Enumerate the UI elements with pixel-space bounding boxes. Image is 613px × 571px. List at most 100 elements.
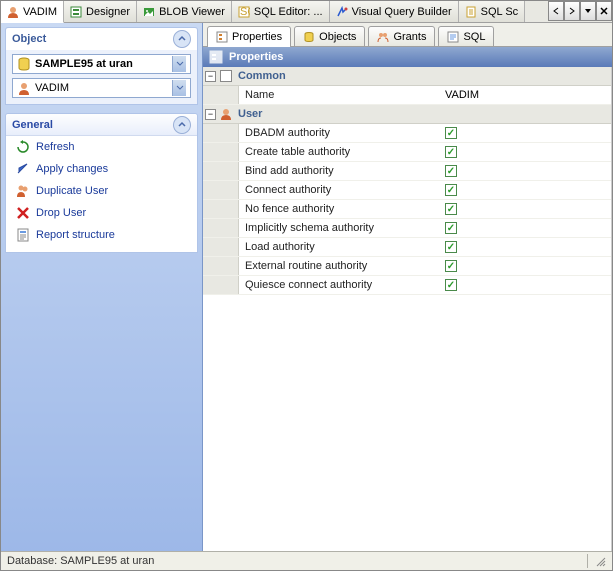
action-drop[interactable]: Drop User — [6, 202, 197, 224]
subtab-label: SQL — [463, 31, 485, 43]
prop-checkbox[interactable]: ✓ — [439, 184, 611, 197]
props-header-icon — [209, 50, 223, 64]
action-label: Drop User — [36, 207, 86, 219]
status-text: Database: SAMPLE95 at uran — [7, 555, 154, 567]
subtab-sql[interactable]: SQL — [438, 26, 494, 46]
subtab-grants[interactable]: Grants — [368, 26, 435, 46]
tab-label: SQL Editor: ... — [254, 6, 323, 18]
subtab-objects[interactable]: Objects — [294, 26, 365, 46]
prop-checkbox[interactable]: ✓ — [439, 146, 611, 159]
tab-label: Designer — [86, 6, 130, 18]
prop-row[interactable]: Quiesce connect authority ✓ — [203, 276, 611, 295]
tab-scroll-right[interactable] — [564, 1, 580, 21]
group-checkbox[interactable] — [220, 70, 232, 82]
tab-sql-editor[interactable]: SQ SQL Editor: ... — [232, 1, 330, 22]
prop-label: DBADM authority — [239, 127, 439, 139]
tab-sql-script[interactable]: SQL Sc — [459, 1, 526, 22]
objects-icon — [303, 31, 315, 43]
prop-row-name[interactable]: Name VADIM — [203, 86, 611, 105]
database-name: SAMPLE95 at uran — [35, 58, 172, 70]
tab-close[interactable] — [596, 1, 612, 21]
left-sidebar: Object SAMPLE95 at uran VADIM General — [1, 23, 203, 552]
collapse-button[interactable] — [173, 116, 191, 134]
blob-icon — [143, 6, 155, 18]
prop-row[interactable]: No fence authority ✓ — [203, 200, 611, 219]
prop-value: VADIM — [439, 89, 611, 101]
general-panel: General Refresh Apply changes Duplicate … — [5, 113, 198, 253]
properties-body: − Common Name VADIM − User DBADM authori… — [203, 67, 612, 552]
action-duplicate[interactable]: Duplicate User — [6, 180, 197, 202]
refresh-icon — [16, 140, 30, 154]
chevron-down-icon — [172, 80, 186, 96]
prop-row[interactable]: Create table authority ✓ — [203, 143, 611, 162]
prop-label: Quiesce connect authority — [239, 279, 439, 291]
general-panel-header: General — [6, 114, 197, 136]
general-panel-title: General — [12, 119, 53, 131]
properties-header: Properties — [203, 47, 612, 67]
prop-label: Load authority — [239, 241, 439, 253]
prop-row[interactable]: Implicitly schema authority ✓ — [203, 219, 611, 238]
prop-checkbox[interactable]: ✓ — [439, 222, 611, 235]
subtab-properties[interactable]: Properties — [207, 26, 291, 47]
prop-row[interactable]: Connect authority ✓ — [203, 181, 611, 200]
action-label: Report structure — [36, 229, 115, 241]
prop-checkbox[interactable]: ✓ — [439, 127, 611, 140]
subtab-label: Properties — [232, 31, 282, 43]
prop-label: Bind add authority — [239, 165, 439, 177]
prop-row[interactable]: Load authority ✓ — [203, 238, 611, 257]
user-name: VADIM — [35, 82, 172, 94]
script-icon — [465, 6, 477, 18]
tab-visual-query[interactable]: Visual Query Builder — [330, 1, 459, 22]
collapse-icon[interactable]: − — [205, 71, 216, 82]
prop-row[interactable]: Bind add authority ✓ — [203, 162, 611, 181]
prop-checkbox[interactable]: ✓ — [439, 260, 611, 273]
tab-scroll-left[interactable] — [548, 1, 564, 21]
props-icon — [216, 31, 228, 43]
user-icon — [17, 81, 31, 95]
user-dropdown[interactable]: VADIM — [12, 78, 191, 98]
top-tabstrip: VADIM Designer BLOB Viewer SQ SQL Editor… — [1, 1, 612, 23]
sub-tabstrip: Properties Objects Grants SQL — [203, 23, 612, 47]
prop-row[interactable]: DBADM authority ✓ — [203, 124, 611, 143]
vqb-icon — [336, 6, 348, 18]
action-apply[interactable]: Apply changes — [6, 158, 197, 180]
tab-nav — [548, 1, 612, 22]
resize-grip[interactable] — [594, 555, 606, 567]
prop-checkbox[interactable]: ✓ — [439, 279, 611, 292]
tab-label: SQL Sc — [481, 6, 519, 18]
prop-row[interactable]: External routine authority ✓ — [203, 257, 611, 276]
group-common[interactable]: − Common — [203, 67, 611, 86]
tab-list[interactable] — [580, 1, 596, 21]
prop-checkbox[interactable]: ✓ — [439, 203, 611, 216]
action-label: Refresh — [36, 141, 75, 153]
collapse-icon[interactable]: − — [205, 109, 216, 120]
prop-checkbox[interactable]: ✓ — [439, 165, 611, 178]
prop-checkbox[interactable]: ✓ — [439, 241, 611, 254]
group-user[interactable]: − User — [203, 105, 611, 124]
tab-vadim[interactable]: VADIM — [1, 1, 64, 23]
action-report[interactable]: Report structure — [6, 224, 197, 246]
database-dropdown[interactable]: SAMPLE95 at uran — [12, 54, 191, 74]
action-refresh[interactable]: Refresh — [6, 136, 197, 158]
group-title: Common — [238, 70, 286, 82]
tab-label: BLOB Viewer — [159, 6, 225, 18]
designer-icon — [70, 6, 82, 18]
drop-icon — [16, 206, 30, 220]
group-title: User — [238, 108, 262, 120]
right-content: Properties Objects Grants SQL Properties… — [203, 23, 612, 552]
tab-blob-viewer[interactable]: BLOB Viewer — [137, 1, 232, 22]
collapse-button[interactable] — [173, 30, 191, 48]
prop-label: Name — [239, 89, 439, 101]
sql-icon — [447, 31, 459, 43]
subtab-label: Grants — [393, 31, 426, 43]
prop-label: Create table authority — [239, 146, 439, 158]
user-icon — [220, 108, 232, 120]
prop-label: External routine authority — [239, 260, 439, 272]
object-panel-title: Object — [12, 33, 46, 45]
sql-editor-icon: SQ — [238, 6, 250, 18]
apply-icon — [16, 162, 30, 176]
prop-label: Implicitly schema authority — [239, 222, 439, 234]
properties-title: Properties — [229, 51, 283, 63]
tab-designer[interactable]: Designer — [64, 1, 137, 22]
action-label: Apply changes — [36, 163, 108, 175]
